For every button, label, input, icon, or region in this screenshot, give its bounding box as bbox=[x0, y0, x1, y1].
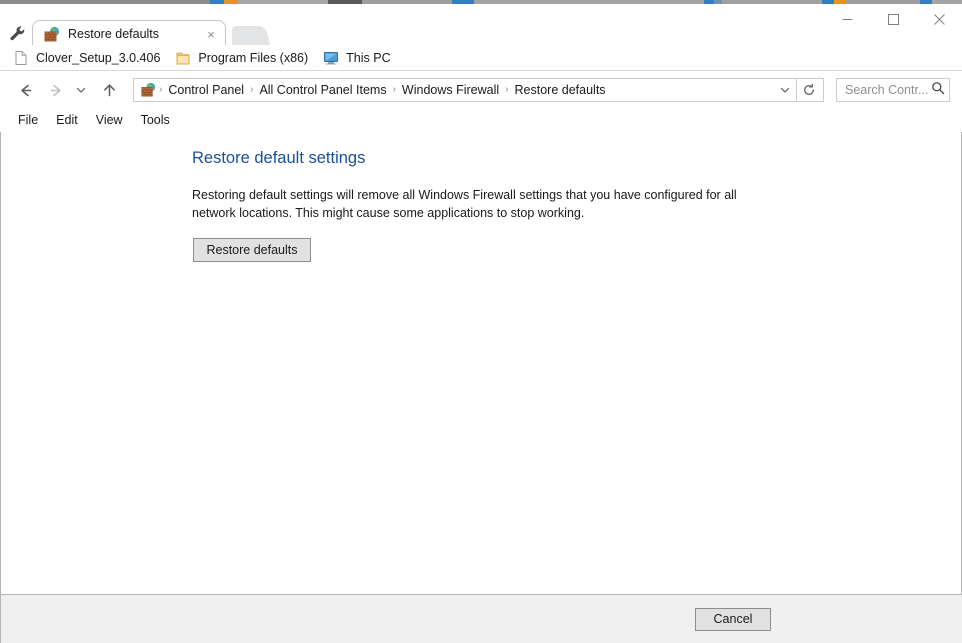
menu-item-edit[interactable]: Edit bbox=[47, 111, 87, 130]
menu-item-tools[interactable]: Tools bbox=[132, 111, 179, 130]
breadcrumb-control-panel[interactable]: Control Panel bbox=[163, 84, 249, 97]
content-panel: Restore default settings Restoring defau… bbox=[0, 132, 962, 594]
tab-title: Restore defaults bbox=[68, 28, 160, 41]
bookmark-label: This PC bbox=[346, 50, 391, 65]
window-controls bbox=[824, 4, 962, 34]
tab-restore-defaults[interactable]: Restore defaults × bbox=[32, 20, 226, 48]
breadcrumb-windows-firewall[interactable]: Windows Firewall bbox=[397, 84, 504, 97]
bookmark-item-this-pc[interactable]: This PC bbox=[319, 47, 397, 69]
folder-icon bbox=[175, 50, 191, 66]
breadcrumb-all-control-panel-items[interactable]: All Control Panel Items bbox=[254, 84, 391, 97]
menu-item-view[interactable]: View bbox=[87, 111, 132, 130]
close-icon[interactable] bbox=[916, 4, 962, 34]
bookmark-label: Clover_Setup_3.0.406 bbox=[36, 50, 161, 65]
menu-bar: File Edit View Tools bbox=[0, 108, 962, 132]
bookmark-label: Program Files (x86) bbox=[198, 50, 309, 65]
windows-firewall-icon bbox=[43, 26, 60, 43]
search-placeholder: Search Contr... bbox=[845, 83, 929, 97]
page-description: Restoring default settings will remove a… bbox=[192, 188, 737, 220]
breadcrumb-restore-defaults[interactable]: Restore defaults bbox=[510, 84, 611, 97]
back-icon[interactable] bbox=[12, 77, 38, 103]
search-icon[interactable] bbox=[931, 81, 945, 100]
recent-locations-icon[interactable] bbox=[72, 77, 90, 103]
footer-bar: Cancel bbox=[0, 594, 962, 643]
minimize-icon[interactable] bbox=[824, 4, 870, 34]
chevron-down-icon[interactable] bbox=[774, 79, 796, 101]
computer-icon bbox=[323, 50, 339, 66]
close-icon[interactable]: × bbox=[203, 27, 219, 43]
wrench-icon[interactable] bbox=[2, 18, 32, 48]
restore-defaults-button[interactable]: Restore defaults bbox=[193, 238, 311, 262]
browser-window: Restore defaults × Clover_Setup_3.0.406 … bbox=[0, 0, 962, 643]
tab-strip: Restore defaults × bbox=[0, 4, 962, 48]
menu-item-file[interactable]: File bbox=[9, 111, 47, 130]
cancel-button[interactable]: Cancel bbox=[695, 608, 771, 631]
file-icon bbox=[13, 50, 29, 66]
maximize-icon[interactable] bbox=[870, 4, 916, 34]
address-bar: › Control Panel › All Control Panel Item… bbox=[0, 72, 962, 108]
refresh-icon[interactable] bbox=[797, 79, 821, 101]
bookmark-item-clover-setup[interactable]: Clover_Setup_3.0.406 bbox=[9, 47, 167, 69]
windows-firewall-icon bbox=[140, 82, 156, 98]
bookmark-item-program-files[interactable]: Program Files (x86) bbox=[171, 47, 315, 69]
bookmarks-bar: Clover_Setup_3.0.406 Program Files (x86) bbox=[0, 45, 962, 71]
forward-icon bbox=[43, 77, 69, 103]
search-input[interactable]: Search Contr... bbox=[836, 78, 950, 102]
breadcrumb[interactable]: › Control Panel › All Control Panel Item… bbox=[133, 78, 824, 102]
up-icon[interactable] bbox=[96, 77, 122, 103]
page-title: Restore default settings bbox=[192, 149, 366, 167]
